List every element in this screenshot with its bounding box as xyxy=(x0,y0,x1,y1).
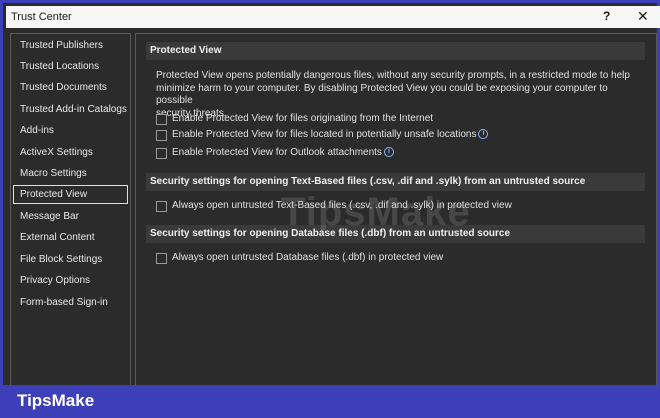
text-based-header: Security settings for opening Text-Based… xyxy=(146,173,645,191)
help-button[interactable]: ? xyxy=(603,9,610,23)
outlook-attachments-label-wrap: Enable Protected View for Outlook attach… xyxy=(172,147,394,158)
unsafe-locations-label[interactable]: Enable Protected View for files located … xyxy=(172,129,476,140)
description-line: Protected View opens potentially dangero… xyxy=(156,70,630,81)
window-frame: Trust Center ? ✕ Trusted Publishers Trus… xyxy=(0,0,660,418)
internet-files-label[interactable]: Enable Protected View for files originat… xyxy=(172,113,433,124)
close-button[interactable]: ✕ xyxy=(637,8,649,25)
unsafe-locations-label-wrap: Enable Protected View for files located … xyxy=(172,129,489,140)
window-title: Trust Center xyxy=(11,11,72,23)
database-header: Security settings for opening Database f… xyxy=(146,225,645,243)
sidebar-item-trusted-locations[interactable]: Trusted Locations xyxy=(13,57,128,76)
sidebar-item-form-based-sign-in[interactable]: Form-based Sign-in xyxy=(13,293,128,312)
internet-files-checkbox[interactable] xyxy=(156,114,167,125)
sidebar-item-protected-view[interactable]: Protected View xyxy=(13,185,128,204)
sidebar-item-external-content[interactable]: External Content xyxy=(13,228,128,247)
text-based-label[interactable]: Always open untrusted Text-Based files (… xyxy=(172,200,512,211)
sidebar-item-macro-settings[interactable]: Macro Settings xyxy=(13,164,128,183)
sidebar-item-file-block-settings[interactable]: File Block Settings xyxy=(13,250,128,269)
sidebar-item-privacy-options[interactable]: Privacy Options xyxy=(13,271,128,290)
main-panel: Protected View Protected View opens pote… xyxy=(135,33,657,387)
info-icon[interactable]: i xyxy=(383,147,394,157)
sidebar-item-trusted-addin-catalogs[interactable]: Trusted Add-in Catalogs xyxy=(13,100,128,119)
sidebar: Trusted Publishers Trusted Locations Tru… xyxy=(10,33,131,387)
text-based-checkbox[interactable] xyxy=(156,201,167,212)
title-bar: Trust Center ? ✕ xyxy=(6,6,660,28)
outlook-attachments-label[interactable]: Enable Protected View for Outlook attach… xyxy=(172,147,382,158)
sidebar-item-message-bar[interactable]: Message Bar xyxy=(13,207,128,226)
footer-bar: TipsMake xyxy=(0,385,660,418)
sidebar-item-activex-settings[interactable]: ActiveX Settings xyxy=(13,143,128,162)
sidebar-item-addins[interactable]: Add-ins xyxy=(13,121,128,140)
unsafe-locations-checkbox[interactable] xyxy=(156,130,167,141)
description-line: minimize harm to your computer. By disab… xyxy=(156,82,608,107)
outlook-attachments-checkbox[interactable] xyxy=(156,148,167,159)
protected-view-header: Protected View xyxy=(146,42,645,60)
sidebar-item-trusted-publishers[interactable]: Trusted Publishers xyxy=(13,36,128,55)
database-label[interactable]: Always open untrusted Database files (.d… xyxy=(172,252,443,263)
brand-logo-text: TipsMake xyxy=(17,391,95,410)
database-checkbox[interactable] xyxy=(156,253,167,264)
info-icon[interactable]: i xyxy=(478,129,489,139)
sidebar-item-trusted-documents[interactable]: Trusted Documents xyxy=(13,78,128,97)
